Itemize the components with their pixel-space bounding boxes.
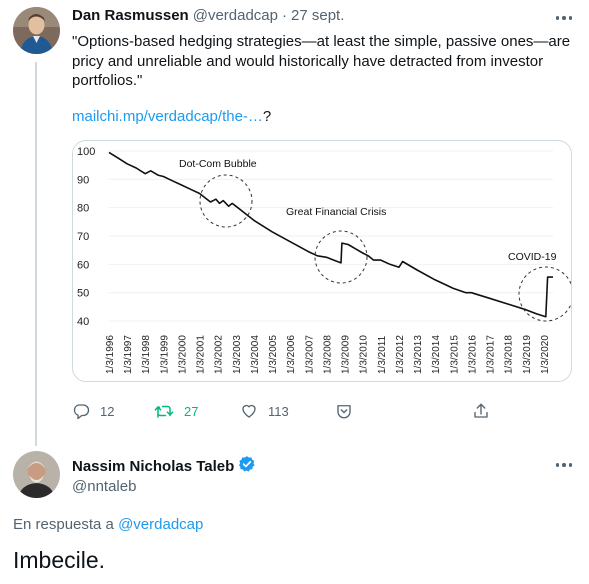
x-tick-label: 1/3/2004: [250, 335, 261, 374]
reply-context: En respuesta a @verdadcap: [13, 516, 203, 533]
reply-to-handle[interactable]: @verdadcap: [118, 516, 203, 533]
x-tick-label: 1/3/2007: [304, 335, 315, 374]
tweet-link-suffix: ?: [262, 108, 272, 125]
tweet-link-line: mailchi.mp/verdadcap/the-…?: [72, 108, 271, 125]
x-tick-label: 1/3/2005: [268, 335, 279, 374]
x-tick-label: 1/3/2016: [467, 335, 478, 374]
x-tick-label: 1/3/2000: [177, 335, 188, 374]
x-tick-label: 1/3/2008: [322, 335, 333, 374]
retweet-button[interactable]: 27: [154, 402, 198, 420]
y-tick-label: 80: [77, 203, 89, 215]
annotation-gfc: Great Financial Crisis: [286, 206, 386, 284]
x-tick-label: 1/3/2017: [486, 335, 497, 374]
reply-text: Imbecile.: [13, 547, 106, 573]
x-tick-label: 1/3/2010: [359, 335, 370, 374]
x-axis-ticks: 1/3/1996 1/3/1997 1/3/1998 1/3/1999 1/3/2000…: [105, 335, 551, 374]
tweet-link[interactable]: mailchi.mp/verdadcap/the-…: [72, 108, 263, 125]
analytics-icon: [335, 402, 353, 420]
y-tick-label: 100: [77, 146, 95, 158]
x-tick-label: 1/3/2006: [286, 335, 297, 374]
y-tick-label: 60: [77, 259, 89, 271]
tweet-text: "Options-based hedging strategies—at lea…: [72, 33, 571, 89]
x-tick-label: 1/3/2001: [196, 335, 207, 374]
date-separator: ·: [282, 7, 287, 24]
like-count: 113: [268, 403, 289, 419]
annotation-dotcom: Dot-Com Bubble: [179, 158, 257, 228]
reply-icon: [72, 402, 90, 420]
annotation-covid: COVID-19: [508, 251, 571, 322]
reply-to-label: En respuesta a: [13, 516, 114, 533]
series-line: [108, 151, 553, 318]
x-tick-label: 1/3/2012: [395, 335, 406, 374]
x-tick-label: 1/3/1998: [141, 335, 152, 374]
x-tick-label: 1/3/2015: [449, 335, 460, 374]
tweet-date[interactable]: 27 sept.: [291, 7, 344, 24]
annotation-label: COVID-19: [508, 251, 557, 263]
x-tick-label: 1/3/2020: [540, 335, 551, 374]
author-avatar[interactable]: [13, 7, 60, 54]
line-chart: 100 90 80 70 60 50 40 1/3/1996 1/3/1997 1/3/1998…: [77, 146, 571, 374]
x-tick-label: 1/3/2014: [431, 335, 442, 374]
x-tick-label: 1/3/2009: [341, 335, 352, 374]
x-tick-label: 1/3/2002: [214, 335, 225, 374]
share-icon: [472, 402, 490, 420]
y-axis-ticks: 100 90 80 70 60 50 40: [77, 146, 95, 328]
author-name[interactable]: Dan Rasmussen: [72, 7, 189, 24]
thread-connector-line: [35, 62, 37, 446]
share-button[interactable]: [472, 402, 490, 420]
retweet-count: 27: [184, 403, 199, 419]
y-tick-label: 90: [77, 174, 89, 186]
x-tick-label: 1/3/1999: [159, 335, 170, 374]
x-tick-label: 1/3/2003: [232, 335, 243, 374]
y-tick-label: 40: [77, 316, 89, 328]
reply-author-name[interactable]: Nassim Nicholas Taleb: [72, 458, 234, 475]
reply-more-options-icon[interactable]: [554, 460, 574, 470]
author-handle[interactable]: @verdadcap: [193, 7, 278, 24]
x-tick-label: 1/3/2011: [377, 335, 388, 374]
retweet-icon: [154, 402, 174, 420]
like-button[interactable]: 113: [240, 402, 289, 420]
y-tick-label: 70: [77, 231, 89, 243]
reply-author-avatar[interactable]: [13, 451, 60, 498]
x-tick-label: 1/3/1997: [123, 335, 134, 374]
annotation-label: Great Financial Crisis: [286, 206, 386, 218]
more-options-icon[interactable]: [554, 13, 574, 23]
verified-badge-icon: [238, 455, 256, 478]
chart-image-card[interactable]: 100 90 80 70 60 50 40 1/3/1996 1/3/1997 1/3/1998…: [72, 140, 572, 382]
reply-count: 12: [100, 403, 115, 419]
x-tick-label: 1/3/1996: [105, 335, 116, 374]
x-tick-label: 1/3/2019: [522, 335, 533, 374]
x-tick-label: 1/3/2018: [504, 335, 515, 374]
analytics-button[interactable]: [335, 402, 353, 420]
reply-button[interactable]: 12: [72, 402, 114, 420]
x-tick-label: 1/3/2013: [413, 335, 424, 374]
chart-gridlines: [109, 150, 553, 322]
reply-author-row: Nassim Nicholas Taleb: [72, 455, 256, 478]
heart-icon: [240, 402, 258, 420]
annotation-label: Dot-Com Bubble: [179, 158, 257, 170]
y-tick-label: 50: [77, 288, 89, 300]
reply-author-handle[interactable]: @nntaleb: [72, 478, 136, 495]
tweet-action-bar: 12 27 113: [72, 402, 492, 422]
